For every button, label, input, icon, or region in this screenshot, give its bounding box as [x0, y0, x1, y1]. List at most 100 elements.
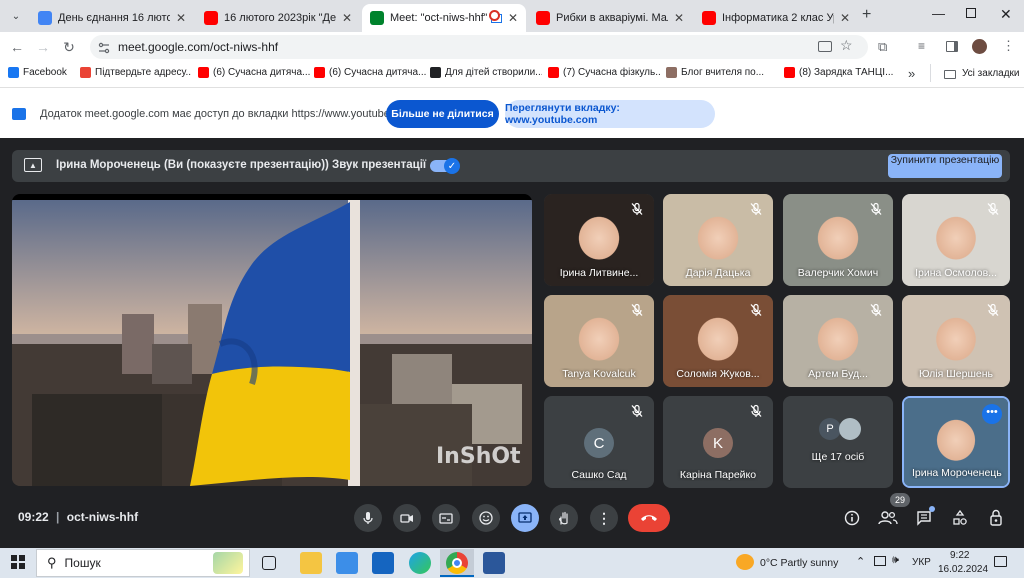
- activities-icon[interactable]: [952, 509, 968, 531]
- leave-call-button[interactable]: [628, 504, 670, 532]
- taskbar-time[interactable]: 9:22: [950, 550, 969, 561]
- participant-tile[interactable]: Юлія Шершень: [902, 295, 1010, 387]
- participant-tile[interactable]: Валерчик Хомич: [783, 194, 893, 286]
- raise-hand-button[interactable]: [550, 504, 578, 532]
- tab-2[interactable]: Meet: "oct-niws-hhf" ✕: [362, 4, 526, 32]
- new-tab-icon[interactable]: +: [862, 6, 871, 24]
- participant-tile[interactable]: Артем Буд...: [783, 295, 893, 387]
- toggle-check-icon[interactable]: ✓: [444, 158, 460, 174]
- tile-options-icon[interactable]: •••: [982, 404, 1002, 424]
- notifications-icon[interactable]: [994, 556, 1007, 567]
- restore-icon[interactable]: [966, 8, 976, 18]
- close-window-icon[interactable]: ✕: [1000, 6, 1012, 23]
- bookmark-label: (8) Зарядка ТАНЦІ...: [799, 67, 894, 78]
- camera-button[interactable]: [393, 504, 421, 532]
- people-icon[interactable]: [878, 510, 898, 531]
- tab-close-icon[interactable]: ✕: [674, 11, 684, 25]
- minimize-icon[interactable]: —: [932, 6, 945, 21]
- forward-icon[interactable]: →: [32, 36, 54, 58]
- avatar-photo: [839, 418, 861, 440]
- participant-tile[interactable]: Соломія Жуков...: [663, 295, 773, 387]
- participant-tile[interactable]: Ірина Литвине...: [544, 194, 654, 286]
- bookmark-star-icon[interactable]: ☆: [840, 37, 853, 54]
- tab-close-icon[interactable]: ✕: [840, 11, 850, 25]
- edge-icon[interactable]: [409, 552, 431, 574]
- tab-close-icon[interactable]: ✕: [176, 11, 186, 25]
- tab-1[interactable]: 16 лютого 2023рік "Де ✕: [196, 4, 360, 32]
- tab-search-icon[interactable]: ⌄: [8, 8, 24, 24]
- volume-icon[interactable]: 🕪: [892, 554, 899, 567]
- meeting-details-icon[interactable]: [844, 510, 860, 531]
- weather-text[interactable]: 0°C Partly sunny: [760, 557, 838, 569]
- language-indicator[interactable]: УКР: [912, 557, 931, 568]
- bookmark-item[interactable]: Блог вчителя по...: [666, 67, 764, 78]
- view-tab-button[interactable]: Переглянути вкладку: www.youtube.com: [505, 100, 715, 128]
- app-icon[interactable]: [483, 552, 505, 574]
- muted-mic-icon: [986, 303, 1000, 317]
- extensions-icon[interactable]: ⧉: [878, 39, 887, 55]
- microphone-button[interactable]: [354, 504, 382, 532]
- flag-scene-image: [12, 200, 532, 486]
- side-panel-icon[interactable]: [946, 41, 958, 52]
- youtube-icon: [536, 11, 550, 25]
- bookmark-item[interactable]: (6) Сучасна дитяча...: [314, 67, 426, 78]
- bookmark-item[interactable]: (7) Сучасна фізкуль...: [548, 67, 660, 78]
- shared-tab-video: InShOt: [12, 194, 532, 486]
- microphone-icon: [363, 512, 373, 524]
- network-icon[interactable]: [874, 556, 886, 566]
- facebook-icon: [8, 67, 19, 78]
- windows-start-icon[interactable]: [11, 555, 25, 569]
- stop-presenting-button[interactable]: Зупинити презентацію: [888, 154, 1002, 178]
- bookmark-item[interactable]: (8) Зарядка ТАНЦІ...: [784, 67, 893, 78]
- participant-tile[interactable]: K Каріна Парейко: [663, 396, 773, 488]
- tab-0[interactable]: День єднання 16 лютого д ✕: [30, 4, 194, 32]
- participant-tile[interactable]: Дарія Дацька: [663, 194, 773, 286]
- meet-icon: [370, 11, 384, 25]
- weather-icon: [736, 554, 754, 570]
- reload-icon[interactable]: ↻: [58, 36, 80, 58]
- back-icon[interactable]: ←: [6, 36, 28, 58]
- chat-icon[interactable]: [916, 510, 932, 531]
- profile-avatar[interactable]: [972, 39, 987, 54]
- tab-close-icon[interactable]: ✕: [508, 11, 518, 25]
- reactions-button[interactable]: [472, 504, 500, 532]
- bookmark-item[interactable]: Для дітей створили...: [430, 67, 542, 78]
- captions-button[interactable]: [432, 504, 460, 532]
- mail-icon[interactable]: [372, 552, 394, 574]
- search-icon: ⚲: [47, 555, 57, 570]
- participant-name: Ірина Литвине...: [559, 267, 639, 279]
- tab-3[interactable]: Рибки в акваріумі. Малюва ✕: [528, 4, 692, 32]
- participant-tile[interactable]: Tanya Kovalcuk: [544, 295, 654, 387]
- media-control-icon[interactable]: ≡: [918, 39, 925, 53]
- host-controls-icon[interactable]: [988, 509, 1004, 531]
- menu-dots-icon[interactable]: ⋮: [1002, 38, 1015, 54]
- tab-close-icon[interactable]: ✕: [342, 11, 352, 25]
- presentation-sound-label: Звук презентації: [332, 159, 427, 171]
- bookmark-item[interactable]: Facebook: [8, 67, 67, 78]
- taskbar-search-box[interactable]: ⚲ Пошук: [36, 549, 250, 577]
- bookmarks-more-icon[interactable]: »: [908, 66, 915, 81]
- participant-tile[interactable]: P Ще 17 осіб: [783, 396, 893, 488]
- camera-in-use-icon[interactable]: [818, 41, 832, 52]
- more-options-button[interactable]: ⋮: [590, 504, 618, 532]
- tray-overflow-icon[interactable]: ⌃: [856, 555, 865, 568]
- tab-4[interactable]: Інформатика 2 клас Урок 1 ✕: [694, 4, 858, 32]
- url-text[interactable]: meet.google.com/oct-niws-hhf: [118, 40, 278, 54]
- participant-tile[interactable]: C Сашко Сад: [544, 396, 654, 488]
- file-explorer-icon[interactable]: [300, 552, 322, 574]
- participant-tile[interactable]: ••• Ірина Мороченець: [902, 396, 1010, 488]
- all-bookmarks-link[interactable]: Усі закладки: [962, 68, 1020, 79]
- microsoft-store-icon[interactable]: [336, 552, 358, 574]
- muted-mic-icon: [869, 202, 883, 216]
- task-view-icon[interactable]: [262, 556, 276, 570]
- stop-sharing-button[interactable]: Більше не ділитися: [386, 100, 499, 128]
- site-info-icon[interactable]: [98, 41, 110, 54]
- taskbar-date[interactable]: 16.02.2024: [938, 564, 988, 575]
- bookmark-item[interactable]: Підтвердьте адресу...: [80, 67, 192, 78]
- chat-unread-dot: [929, 506, 935, 512]
- present-now-button[interactable]: [511, 504, 539, 532]
- bookmark-item[interactable]: (6) Сучасна дитяча...: [198, 67, 310, 78]
- participant-tile[interactable]: Ірина Осмолов...: [902, 194, 1010, 286]
- bookmark-label: (6) Сучасна дитяча...: [329, 67, 426, 78]
- bookmark-label: Блог вчителя по...: [681, 67, 765, 78]
